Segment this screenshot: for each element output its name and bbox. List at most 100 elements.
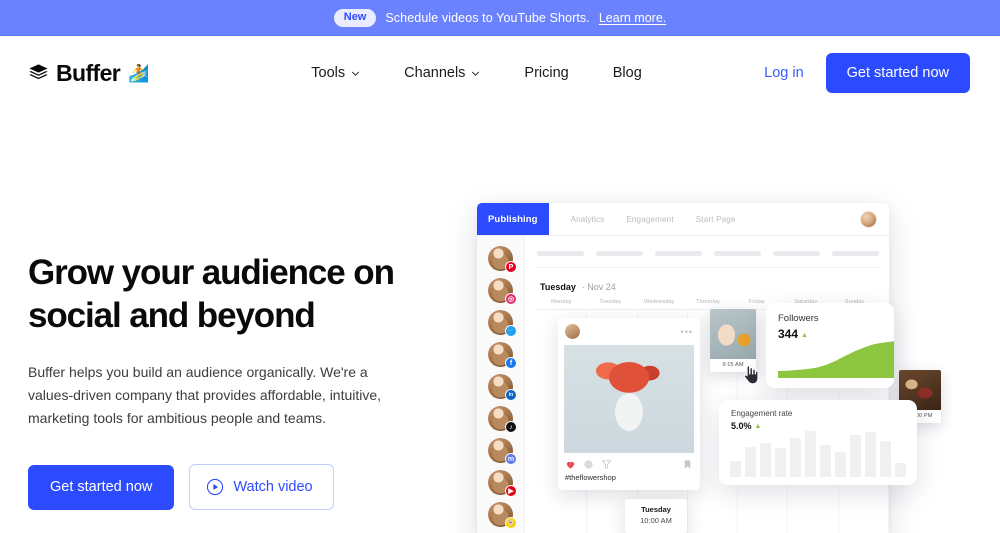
weekday-label: Tuesday [599, 299, 622, 305]
bar [760, 443, 771, 477]
avatar [565, 324, 580, 339]
chevron-down-icon [472, 71, 480, 76]
get-started-button-header[interactable]: Get started now [825, 52, 970, 94]
post-image [564, 345, 694, 453]
skeleton-bar [596, 251, 643, 256]
calendar-date-heading: Tuesday · Nov 24 [537, 281, 879, 293]
tab-start-page[interactable]: Start Page [674, 203, 736, 235]
area-series [778, 341, 894, 378]
watch-video-label: Watch video [233, 479, 313, 496]
site-header: Buffer 🏄 Tools Channels Pricing Blog Log… [0, 36, 1000, 110]
channel-avatar-facebook[interactable]: f [488, 342, 517, 369]
linkedin-icon: in [505, 389, 517, 401]
followers-card-title: Followers [778, 313, 819, 324]
hero-cta-group: Get started now Watch video [28, 464, 428, 511]
scheduled-thumb-morning[interactable]: 9:15 AM [710, 309, 756, 372]
banner-new-badge: New [333, 8, 377, 27]
schedule-time-tooltip: Tuesday 10:00 AM [625, 499, 687, 533]
nav-item-tools[interactable]: Tools [289, 57, 382, 89]
channel-avatar-pinterest[interactable]: P [488, 246, 517, 273]
post-caption: #theflowershop [565, 473, 616, 482]
tiktok-icon: ♪ [505, 421, 517, 433]
send-icon[interactable] [601, 459, 612, 470]
bookmark-icon[interactable] [682, 459, 693, 470]
skeleton-bar [832, 251, 879, 256]
banner-message: Schedule videos to YouTube Shorts. [385, 10, 590, 25]
hero-title-line-2: social and beyond [28, 295, 316, 335]
heart-icon[interactable] [565, 459, 576, 470]
hand-cursor-icon [744, 365, 759, 385]
banner-learn-more-link[interactable]: Learn more. [599, 11, 666, 25]
tooltip-time: 10:00 AM [640, 516, 672, 525]
channel-avatar-tiktok[interactable]: ♪ [488, 406, 517, 433]
avatar[interactable] [860, 210, 877, 228]
tab-engagement[interactable]: Engagement [604, 203, 673, 235]
nav-item-blog[interactable]: Blog [591, 57, 664, 89]
get-started-button-hero[interactable]: Get started now [28, 465, 175, 510]
logo[interactable]: Buffer 🏄 [28, 60, 149, 87]
channel-sidebar: P◎🐦fin♪m▶👻@ [477, 236, 525, 533]
engagement-stat-card: Engagement rate 5.0% ▲ [719, 400, 917, 485]
tab-publishing[interactable]: Publishing [477, 203, 549, 235]
nav-item-pricing[interactable]: Pricing [502, 57, 590, 89]
hero-title-line-1: Grow your audience on [28, 253, 395, 292]
channel-avatar-youtube[interactable]: ▶ [488, 470, 517, 497]
bar [850, 434, 861, 477]
play-circle-icon [207, 479, 224, 496]
channel-avatar-instagram[interactable]: ◎ [488, 278, 517, 305]
bar [865, 431, 876, 477]
skeleton-bar [537, 251, 584, 256]
instagram-icon: ◎ [505, 293, 517, 305]
bar [835, 452, 846, 477]
bar [820, 445, 831, 477]
hero-content: Grow your audience on social and beyond … [28, 252, 428, 511]
page-root: New Schedule videos to YouTube Shorts. L… [0, 0, 1000, 533]
snapchat-icon: 👻 [505, 517, 517, 529]
bar [895, 462, 906, 477]
weekday-label: Monday [551, 299, 572, 305]
channel-avatar-twitter[interactable]: 🐦 [488, 310, 517, 337]
bar [805, 430, 816, 477]
chevron-down-icon [352, 71, 360, 76]
surfer-icon: 🏄 [128, 63, 150, 83]
engagement-card-title: Engagement rate [731, 409, 793, 418]
nav-label: Tools [311, 65, 346, 81]
announcement-banner: New Schedule videos to YouTube Shorts. L… [0, 0, 1000, 36]
header-actions: Log in Get started now [764, 52, 970, 94]
calendar-date: · Nov 24 [581, 282, 616, 292]
watch-video-button[interactable]: Watch video [189, 464, 334, 511]
mockup-tabbar: Publishing Analytics Engagement Start Pa… [477, 203, 889, 236]
main-nav: Tools Channels Pricing Blog [289, 57, 663, 89]
channel-avatar-mastodon[interactable]: m [488, 438, 517, 465]
weekday-label: Thursday [695, 299, 721, 305]
hero-paragraph: Buffer helps you build an audience organ… [28, 364, 382, 426]
engagement-bar-chart [730, 429, 906, 477]
tab-analytics[interactable]: Analytics [549, 203, 605, 235]
logo-text: Buffer [56, 59, 121, 86]
post-header: ••• [558, 318, 700, 345]
login-link[interactable]: Log in [764, 65, 804, 81]
pinterest-icon: P [505, 261, 517, 273]
skeleton-bar [773, 251, 820, 256]
channel-avatar-linkedin[interactable]: in [488, 374, 517, 401]
mastodon-icon: m [505, 453, 517, 465]
weekday-label: Wednesday [643, 299, 675, 305]
more-options-icon[interactable]: ••• [681, 327, 693, 337]
filter-skeletons [537, 246, 879, 268]
thumbnail-image [710, 309, 756, 359]
nav-item-channels[interactable]: Channels [382, 57, 502, 89]
twitter-icon: 🐦 [505, 325, 517, 337]
bar [730, 460, 741, 477]
skeleton-bar [714, 251, 761, 256]
channel-avatar-snapchat[interactable]: 👻 [488, 502, 517, 529]
bar [775, 448, 786, 477]
youtube-icon: ▶ [505, 485, 517, 497]
bar [745, 447, 756, 477]
nav-label: Channels [404, 65, 466, 81]
comment-icon[interactable] [583, 459, 594, 470]
post-preview-card[interactable]: ••• #theflowershop [558, 318, 700, 490]
bar [880, 441, 891, 477]
nav-label: Blog [612, 65, 642, 81]
nav-label: Pricing [524, 65, 569, 81]
bar [790, 437, 801, 477]
